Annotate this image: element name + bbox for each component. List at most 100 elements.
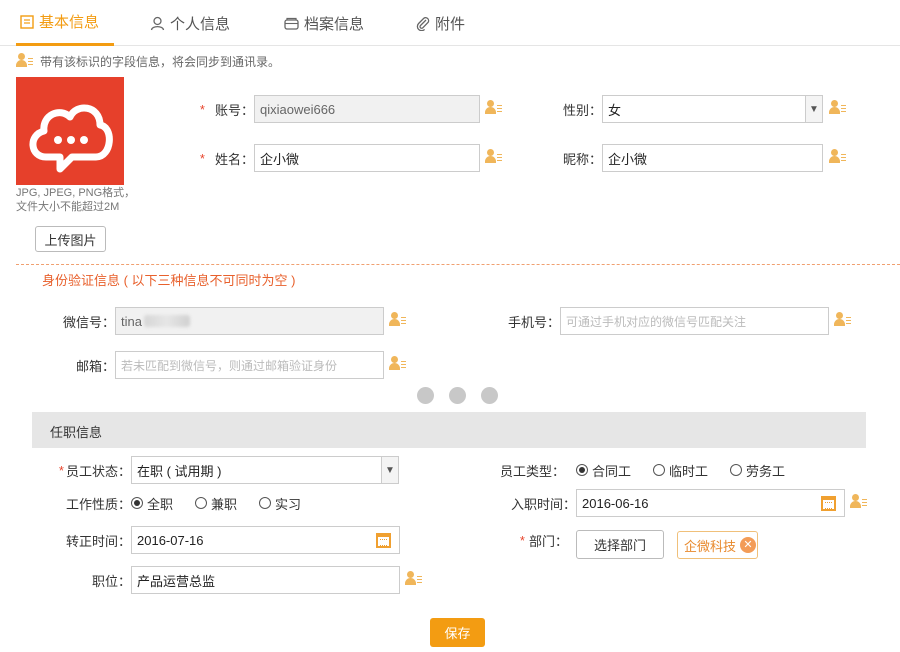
tab-label: 基本信息 — [39, 14, 100, 31]
email-field[interactable]: 若未匹配到微信号，则通过邮箱验证身份 — [115, 351, 384, 379]
tab-label: 档案信息 — [304, 15, 365, 33]
identity-section-title: 身份验证信息 ( 以下三种信息不可同时为空 ) — [42, 273, 296, 288]
department-tag: 企微科技 ✕ — [677, 531, 758, 559]
avatar-hint: JPG, JPEG, PNG格式， 文件大小不能超过2M — [16, 186, 136, 214]
status-label: * 员工状态： — [40, 456, 131, 484]
mobile-field[interactable]: 可通过手机对应的微信号匹配关注 — [560, 307, 829, 335]
employment-section-title: 任职信息 — [50, 425, 103, 440]
tab-label: 附件 — [435, 15, 466, 33]
work-nature-label: 工作性质： — [65, 496, 131, 512]
name-label-text: 姓名： — [214, 151, 254, 167]
gender-label: 性别： — [562, 102, 602, 118]
select-department-button[interactable]: 选择部门 — [576, 530, 664, 559]
radio-label: 实习 — [275, 496, 302, 512]
regular-date-field[interactable]: 2016-07-16 — [131, 526, 400, 554]
wechat-field[interactable]: tina — [115, 307, 384, 335]
radio-internship[interactable]: 实习 — [259, 494, 301, 513]
pager-dots — [417, 387, 513, 404]
gender-select[interactable]: 女 ▼ — [602, 95, 823, 123]
nickname-field[interactable]: 企小微 — [602, 144, 823, 172]
position-field[interactable]: 产品运营总监 — [131, 566, 400, 594]
radio-circle — [730, 464, 743, 476]
radio-labor-worker[interactable]: 劳务工 — [730, 461, 785, 480]
radio-temp-worker[interactable]: 临时工 — [653, 461, 708, 480]
gender-value: 女 — [608, 102, 622, 118]
contact-sync-icon — [405, 571, 423, 587]
close-icon[interactable]: ✕ — [740, 537, 757, 553]
radio-circle — [131, 497, 143, 509]
radio-circle — [576, 464, 588, 476]
account-field[interactable]: qixiaowei666 — [254, 95, 480, 123]
chevron-down-icon[interactable]: ▼ — [381, 457, 398, 483]
avatar-hint-format: JPG, JPEG, PNG格式， — [16, 187, 136, 199]
tab-label: 个人信息 — [170, 15, 231, 33]
hire-date-label: 入职时间： — [510, 496, 576, 512]
contact-sync-icon — [389, 312, 407, 328]
calendar-icon[interactable] — [821, 496, 836, 511]
paperclip-icon — [416, 16, 430, 31]
document-icon — [20, 14, 34, 29]
regular-date-label: 转正时间： — [65, 533, 131, 549]
avatar-hint-size: 文件大小不能超过2M — [16, 201, 120, 213]
hire-date-value: 2016-06-16 — [582, 495, 649, 511]
nickname-label: 昵称： — [562, 151, 602, 167]
account-label-text: 账号： — [214, 102, 254, 118]
pager-dot[interactable] — [449, 387, 466, 404]
wechat-value: tina — [121, 313, 142, 329]
chevron-down-icon[interactable]: ▼ — [805, 96, 822, 122]
employee-type-label: 员工类型： — [499, 463, 565, 479]
regular-date-value: 2016-07-16 — [137, 532, 204, 548]
contact-sync-icon — [485, 149, 503, 165]
tab-bar: 基本信息 个人信息 档案信息 附件 — [0, 0, 900, 46]
status-label-text: 员工状态： — [65, 463, 131, 479]
radio-label: 劳务工 — [746, 463, 786, 479]
contact-sync-icon — [829, 100, 847, 116]
contact-sync-icon — [16, 53, 34, 69]
radio-label: 兼职 — [211, 496, 238, 512]
calendar-icon[interactable] — [376, 533, 391, 548]
section-divider — [16, 264, 900, 265]
contact-sync-icon — [389, 356, 407, 372]
department-label-text: 部门： — [528, 533, 568, 549]
required-mark: * — [199, 101, 205, 117]
employee-status-select[interactable]: 在职 ( 试用期 ) ▼ — [131, 456, 399, 484]
user-icon — [150, 16, 165, 31]
tab-basic-info[interactable]: 基本信息 — [16, 0, 114, 46]
radio-label: 合同工 — [592, 463, 632, 479]
pager-dot[interactable] — [417, 387, 434, 404]
department-label: * 部门： — [500, 526, 568, 554]
tab-personal-info[interactable]: 个人信息 — [150, 0, 230, 46]
department-tag-label: 企微科技 — [684, 538, 737, 554]
position-label: 职位： — [91, 573, 131, 589]
radio-circle — [195, 497, 208, 509]
tab-archive-info[interactable]: 档案信息 — [284, 0, 364, 46]
name-label: * 姓名： — [186, 144, 254, 172]
contact-sync-icon — [485, 100, 503, 116]
employee-type-radios: 合同工 临时工 劳务工 — [576, 459, 807, 481]
pager-dot[interactable] — [481, 387, 498, 404]
work-nature-radios: 全职 兼职 实习 — [131, 492, 323, 514]
name-field[interactable]: 企小微 — [254, 144, 480, 172]
sync-note: 带有该标识的字段信息，将会同步到通讯录。 — [16, 52, 280, 70]
tab-attachments[interactable]: 附件 — [416, 0, 465, 46]
hire-date-field[interactable]: 2016-06-16 — [576, 489, 845, 517]
sync-note-text: 带有该标识的字段信息，将会同步到通讯录。 — [40, 54, 281, 69]
upload-image-button[interactable]: 上传图片 — [35, 226, 106, 252]
avatar-image[interactable] — [16, 77, 124, 185]
required-mark: * — [199, 150, 205, 166]
radio-part-time[interactable]: 兼职 — [195, 494, 237, 513]
radio-circle — [259, 497, 272, 509]
radio-contract-worker[interactable]: 合同工 — [576, 461, 631, 480]
email-label: 邮箱： — [75, 358, 115, 374]
radio-label: 临时工 — [669, 463, 709, 479]
contact-sync-icon — [829, 149, 847, 165]
mobile-label: 手机号： — [507, 314, 560, 330]
radio-label: 全职 — [147, 496, 174, 512]
radio-circle — [653, 464, 666, 476]
save-button[interactable]: 保存 — [430, 618, 485, 647]
wechat-label: 微信号： — [62, 314, 115, 330]
radio-full-time[interactable]: 全职 — [131, 494, 173, 513]
employee-status-value: 在职 ( 试用期 ) — [137, 463, 222, 479]
redacted-mask — [143, 315, 190, 327]
contact-sync-icon — [850, 494, 868, 510]
